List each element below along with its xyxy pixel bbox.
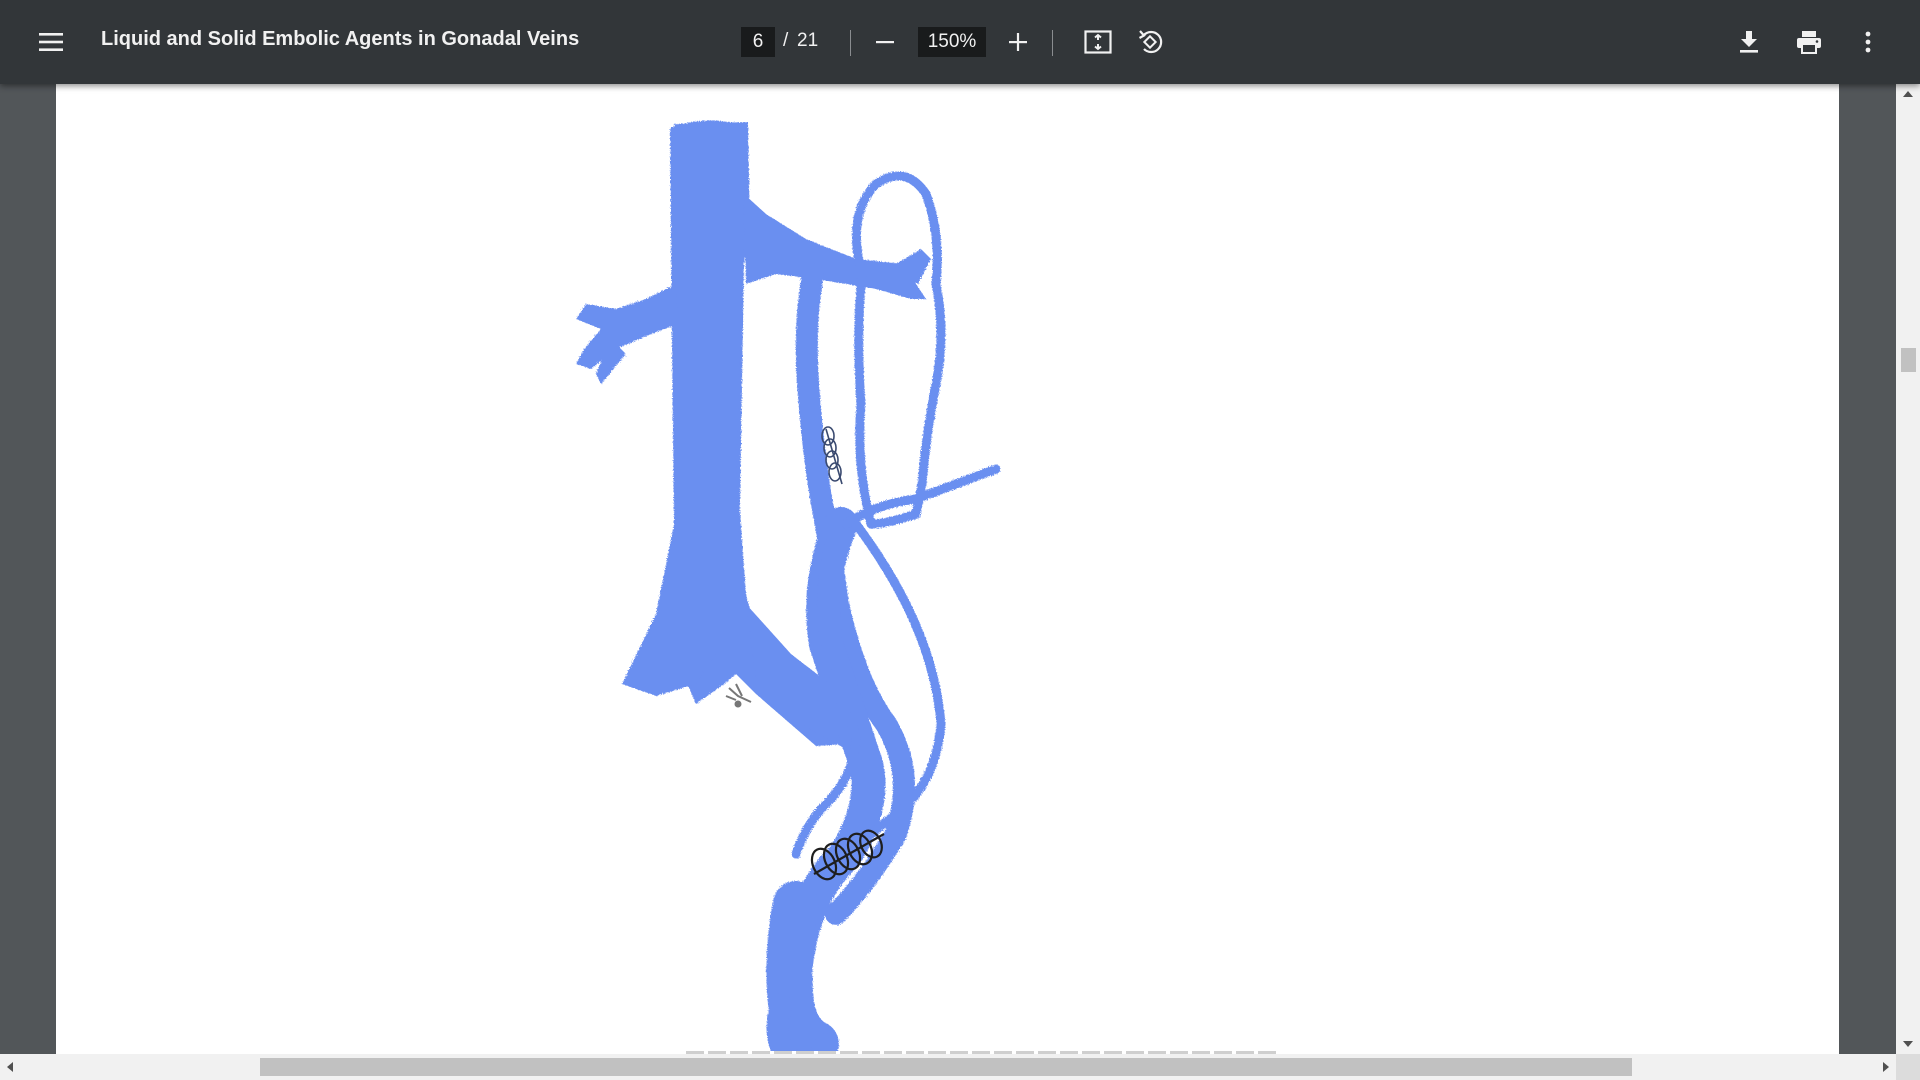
minus-icon <box>875 32 895 52</box>
scroll-up-arrow-icon[interactable] <box>1896 84 1920 104</box>
page-total: 21 <box>797 30 819 51</box>
toolbar-divider <box>850 30 851 56</box>
pdf-page <box>56 84 1839 1054</box>
scroll-right-arrow-icon[interactable] <box>1876 1054 1896 1080</box>
zoom-level-input[interactable]: 150% <box>918 27 986 57</box>
scroll-down-arrow-icon[interactable] <box>1896 1034 1920 1054</box>
menu-button[interactable] <box>31 22 71 62</box>
vein-illustration <box>576 120 1001 1054</box>
print-button[interactable] <box>1789 22 1829 62</box>
zoom-in-button[interactable] <box>998 22 1038 62</box>
more-actions-button[interactable] <box>1848 22 1888 62</box>
fit-to-page-button[interactable] <box>1078 22 1118 62</box>
page-separator: / <box>783 30 789 51</box>
scrollbar-corner <box>1896 1054 1920 1080</box>
horizontal-scroll-thumb[interactable] <box>260 1058 1632 1076</box>
document-title: Liquid and Solid Embolic Agents in Gonad… <box>101 28 580 50</box>
vertical-scrollbar[interactable] <box>1896 84 1920 1054</box>
rotate-counterclockwise-icon <box>1137 28 1165 56</box>
print-icon <box>1796 30 1822 54</box>
download-icon <box>1738 30 1760 54</box>
pdf-toolbar: Liquid and Solid Embolic Agents in Gonad… <box>0 0 1920 84</box>
vertical-scroll-thumb[interactable] <box>1901 348 1916 372</box>
horizontal-scrollbar[interactable] <box>0 1054 1896 1080</box>
fit-to-page-icon <box>1084 30 1112 54</box>
plus-icon <box>1008 32 1028 52</box>
toolbar-divider <box>1052 30 1053 56</box>
rotate-button[interactable] <box>1131 22 1171 62</box>
download-button[interactable] <box>1729 22 1769 62</box>
more-vertical-icon <box>1864 31 1872 53</box>
scroll-left-arrow-icon[interactable] <box>0 1054 20 1080</box>
zoom-out-button[interactable] <box>865 22 905 62</box>
hamburger-menu-icon <box>39 32 63 52</box>
page-number-input[interactable]: 6 <box>741 27 775 57</box>
document-viewer[interactable] <box>0 84 1896 1054</box>
